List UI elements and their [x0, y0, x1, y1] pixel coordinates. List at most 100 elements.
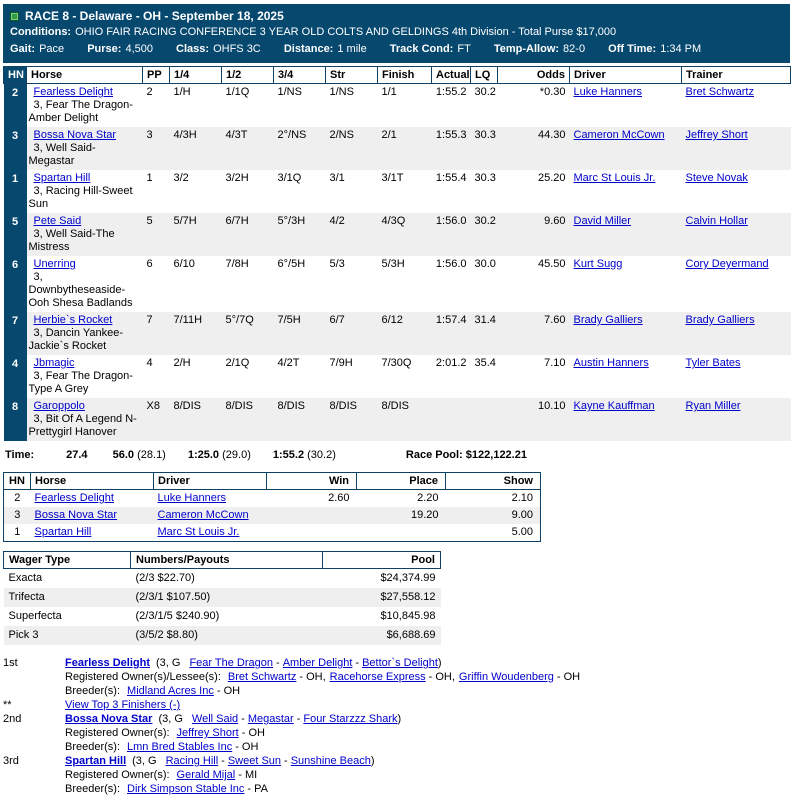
trainer-link[interactable]: Steve Novak — [686, 172, 748, 184]
trainer-cell: Brady Galliers — [681, 312, 791, 355]
info-class: Class: OHFS 3C — [176, 43, 261, 55]
race-info-line: Gait: Pace Purse: 4,500 Class: OHFS 3C Dist… — [10, 42, 783, 57]
driver-link[interactable]: David Miller — [574, 215, 631, 227]
dam-link[interactable]: Megastar — [248, 713, 294, 725]
hn-cell: 8 — [3, 398, 27, 441]
driver-link[interactable]: Marc St Louis Jr. — [158, 526, 240, 538]
driver-link[interactable]: Luke Hanners — [158, 492, 227, 504]
owner-link[interactable]: Gerald Mijal — [177, 769, 236, 781]
trainer-link[interactable]: Ryan Miller — [686, 400, 741, 412]
info-distance: Distance: 1 mile — [283, 43, 367, 55]
driver-link[interactable]: Luke Hanners — [574, 86, 643, 98]
damsire-link[interactable]: Four Starzzz Shark — [303, 713, 397, 725]
horse-link[interactable]: Bossa Nova Star — [34, 129, 117, 141]
driver-cell: Kayne Kauffman — [569, 398, 682, 441]
col-win: Win — [266, 472, 357, 490]
wager-table: Wager Type Numbers/Payouts Pool Exacta (… — [3, 551, 441, 645]
horse-pedigree: 3, Racing Hill-Sweet Sun — [28, 185, 133, 210]
conditions-label: Conditions: — [10, 26, 72, 38]
trainer-link[interactable]: Jeffrey Short — [686, 129, 748, 141]
col-show: Show — [445, 472, 541, 490]
trainer-link[interactable]: Tyler Bates — [686, 357, 741, 369]
sire-link[interactable]: Racing Hill — [166, 755, 219, 767]
finish-cell: 5/3H — [381, 258, 405, 270]
threequarter-cell: 4/2T — [277, 357, 300, 369]
breeder-link[interactable]: Lmn Bred Stables Inc — [127, 741, 232, 753]
driver-link[interactable]: Marc St Louis Jr. — [574, 172, 656, 184]
race-status-icon — [10, 12, 19, 21]
owner-label: Registered Owner(s): — [65, 769, 170, 781]
finisher-owner-row: Registered Owner(s): Gerald Mijal - MI — [65, 769, 258, 781]
result-row: 4 Jbmagic 3, Fear The Dragon-Type A Grey … — [3, 355, 791, 398]
half-cell: 4/3T — [221, 127, 274, 170]
trainer-link[interactable]: Brady Galliers — [686, 314, 755, 326]
driver-cell: Kurt Sugg — [570, 256, 682, 312]
horse-link[interactable]: Bossa Nova Star — [65, 713, 152, 725]
horse-link[interactable]: Spartan Hill — [35, 526, 92, 538]
trainer-link[interactable]: Bret Schwartz — [686, 86, 754, 98]
trainer-cell: Tyler Bates — [682, 355, 791, 398]
owner-link[interactable]: Griffin Woudenberg — [459, 671, 554, 683]
horse-link[interactable]: Fearless Delight — [65, 657, 150, 669]
damsire-link[interactable]: Sunshine Beach — [291, 755, 371, 767]
owner-link[interactable]: Jeffrey Short — [177, 727, 239, 739]
horse-cell: Bossa Nova Star 3, Well Said-Megastar — [26, 127, 143, 170]
odds-cell: 10.10 — [497, 398, 570, 441]
lq-cell: 30.2 — [474, 86, 496, 98]
horse-link[interactable]: Pete Said — [34, 215, 82, 227]
numbers-cell: (2/3/1 $107.50) — [130, 588, 323, 607]
col-place: Place — [356, 472, 446, 490]
driver-link[interactable]: Cameron McCown — [158, 509, 249, 521]
driver-link[interactable]: Brady Galliers — [574, 314, 643, 326]
trainer-link[interactable]: Calvin Hollar — [686, 215, 748, 227]
actual-cell: 1:55.3 — [431, 127, 471, 170]
quarter-cell: 4/3H — [169, 127, 222, 170]
result-row: 3 Bossa Nova Star 3, Well Said-Megastar 3… — [3, 127, 791, 170]
horse-link[interactable]: Fearless Delight — [35, 492, 114, 504]
owner-link[interactable]: Bret Schwartz — [228, 671, 296, 683]
race-header: RACE 8 - Delaware - OH - September 18, 2… — [3, 4, 790, 63]
owner-link[interactable]: Racehorse Express — [330, 671, 426, 683]
driver-link[interactable]: Kurt Sugg — [574, 258, 623, 270]
view-top-finishers-link[interactable]: View Top 3 Finishers (-) — [65, 699, 180, 711]
driver-link[interactable]: Cameron McCown — [574, 129, 665, 141]
dam-link[interactable]: Amber Delight — [283, 657, 353, 669]
half-cell: 6/7H — [221, 213, 274, 256]
horse-link[interactable]: Spartan Hill — [65, 755, 126, 767]
odds-cell: 25.20 — [537, 172, 566, 184]
damsire-link[interactable]: Bettor`s Delight — [362, 657, 438, 669]
pp-cell: 5 — [142, 213, 170, 256]
dam-link[interactable]: Sweet Sun — [228, 755, 281, 767]
horse-link[interactable]: Fearless Delight — [34, 86, 113, 98]
driver-link[interactable]: Kayne Kauffman — [574, 400, 655, 412]
horse-link[interactable]: Spartan Hill — [34, 172, 91, 184]
results-table: HN Horse PP 1/4 1/2 3/4 Str Finish Actua… — [3, 66, 791, 441]
time-row: Time: 27.4 56.0 (28.1) 1:25.0 (29.0) 1:55.2… — [5, 448, 790, 462]
sire-link[interactable]: Fear The Dragon — [189, 657, 273, 669]
horse-link[interactable]: Garoppolo — [34, 400, 85, 412]
breeder-label: Breeder(s): — [65, 685, 121, 697]
col-trainer: Trainer — [681, 66, 791, 84]
payout-row: 3 Bossa Nova Star Cameron McCown 19.20 9… — [3, 507, 541, 524]
pp-cell: X8 — [142, 398, 170, 441]
breeder-link[interactable]: Dirk Simpson Stable Inc — [127, 783, 244, 795]
half-cell: 2/1Q — [225, 357, 250, 369]
finisher-name-row: 1st Fearless Delight (3, G Fear The Dragon… — [3, 657, 442, 669]
breeder-link[interactable]: Midland Acres Inc — [127, 685, 214, 697]
horse-link[interactable]: Herbie`s Rocket — [34, 314, 113, 326]
wager-type-cell: Trifecta — [3, 588, 131, 607]
col-threequarter: 3/4 — [273, 66, 326, 84]
driver-link[interactable]: Austin Hanners — [574, 357, 649, 369]
hn-cell: 1 — [3, 170, 27, 213]
win-cell: 2.60 — [328, 492, 350, 504]
wager-row: Superfecta (2/3/1/5 $240.90) $10,845.98 — [4, 607, 441, 626]
sire-link[interactable]: Well Said — [192, 713, 238, 725]
trainer-link[interactable]: Cory Deyermand — [686, 258, 769, 270]
pp-cell: 6 — [146, 258, 153, 270]
result-row: 1 Spartan Hill 3, Racing Hill-Sweet Sun 1… — [3, 170, 791, 213]
horse-link[interactable]: Unerring — [34, 258, 76, 270]
horse-link[interactable]: Bossa Nova Star — [35, 509, 118, 521]
trainer-cell: Steve Novak — [682, 170, 791, 213]
finisher-rank: 1st — [3, 657, 18, 669]
horse-link[interactable]: Jbmagic — [34, 357, 75, 369]
